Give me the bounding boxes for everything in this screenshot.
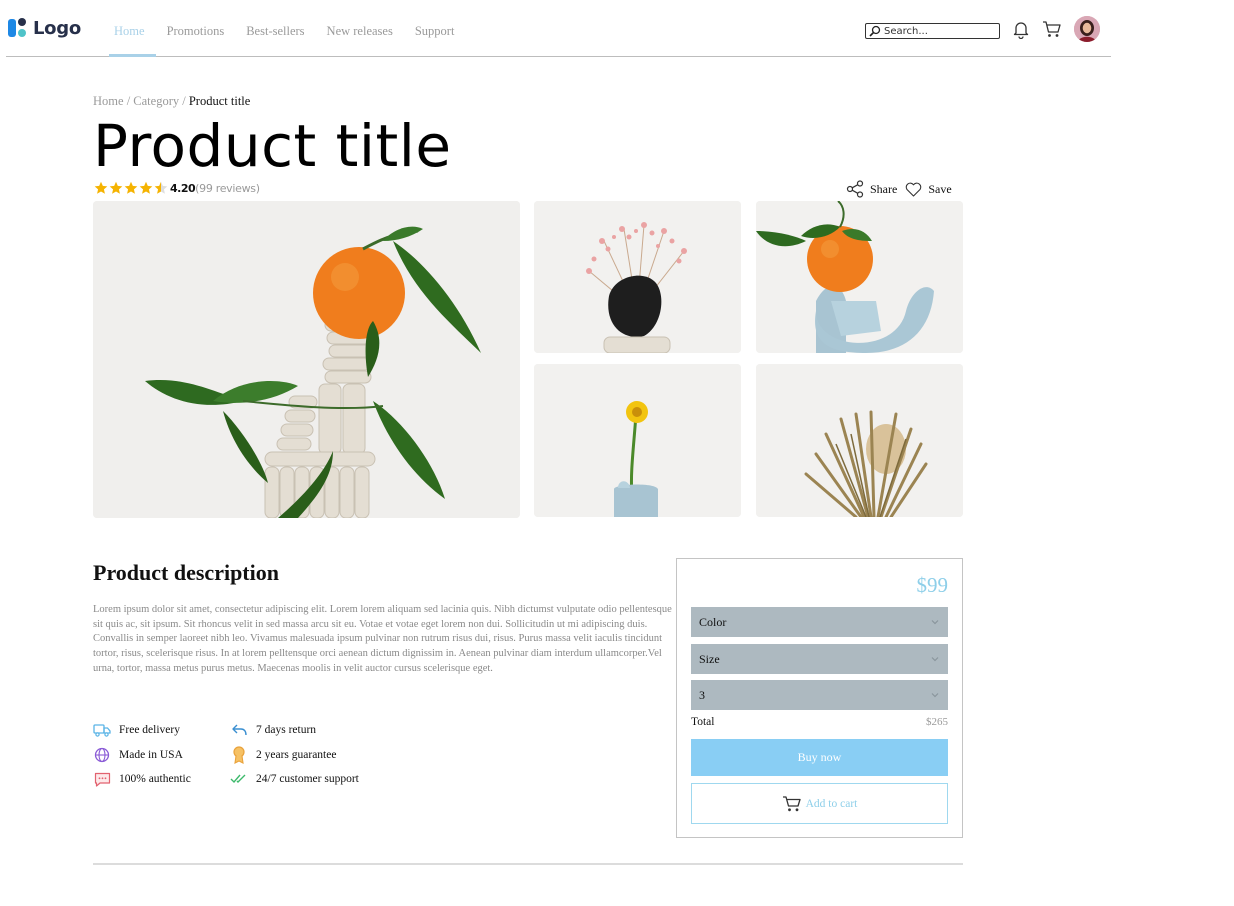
breadcrumb-separator: / <box>126 94 131 108</box>
top-navigation-bar: Logo Home Promotions Best-sellers New re… <box>6 0 1111 57</box>
logo-icon <box>8 17 28 39</box>
product-actions: Share Save <box>846 180 960 198</box>
add-to-cart-button[interactable]: Add to cart <box>691 783 948 824</box>
star-icon <box>139 181 153 194</box>
chevron-down-icon <box>931 657 939 662</box>
heart-icon <box>906 182 922 197</box>
page-title: Product title <box>93 112 452 180</box>
bell-icon[interactable] <box>1010 18 1032 40</box>
share-button[interactable]: Share <box>846 180 897 198</box>
feature-label: 2 years guarantee <box>256 749 337 761</box>
logo-text: Logo <box>33 17 81 39</box>
feature-label: 100% authentic <box>119 773 191 785</box>
search-input[interactable] <box>882 25 992 37</box>
save-button[interactable]: Save <box>905 181 952 197</box>
main-product-image[interactable] <box>93 201 520 518</box>
product-thumbnail-2[interactable] <box>756 201 963 353</box>
quantity-select[interactable]: 3 <box>691 680 948 710</box>
size-select-value: Size <box>699 651 720 666</box>
feature-label: 24/7 customer support <box>256 773 359 785</box>
main-nav: Home Promotions Best-sellers New release… <box>103 0 465 57</box>
feature-free-delivery: Free delivery <box>93 722 180 738</box>
nav-item-support[interactable]: Support <box>404 0 466 57</box>
logo[interactable]: Logo <box>8 17 81 39</box>
total-row: Total $265 <box>691 716 948 728</box>
color-select-value: Color <box>699 614 727 629</box>
cart-icon[interactable] <box>1041 18 1063 40</box>
feature-100-authentic: 100% authentic <box>93 771 191 787</box>
star-icon <box>94 181 108 194</box>
chat-icon <box>93 771 111 787</box>
nav-item-promotions[interactable]: Promotions <box>156 0 236 57</box>
breadcrumb-separator: / <box>182 94 186 108</box>
nav-item-new-releases[interactable]: New releases <box>316 0 404 57</box>
award-icon <box>230 746 248 764</box>
review-count[interactable]: (99 reviews) <box>195 182 260 195</box>
buy-now-button[interactable]: Buy now <box>691 739 948 776</box>
feature-24-7-support: 24/7 customer support <box>230 771 359 787</box>
double-check-icon <box>230 771 248 787</box>
return-arrow-icon <box>230 722 248 738</box>
purchase-panel: $99 Color Size 3 Total $265 Buy now Add … <box>676 558 963 838</box>
share-icon <box>846 180 864 198</box>
save-label: Save <box>928 181 952 196</box>
color-select[interactable]: Color <box>691 607 948 637</box>
description-heading: Product description <box>93 560 279 585</box>
star-icon <box>109 181 123 194</box>
size-select[interactable]: Size <box>691 644 948 674</box>
breadcrumb-current: Product title <box>188 94 251 108</box>
globe-icon <box>93 747 111 763</box>
feature-label: Free delivery <box>119 724 180 736</box>
total-label: Total <box>691 716 715 728</box>
search-box <box>865 23 1000 39</box>
product-rating[interactable]: 4.20 (99 reviews) <box>94 181 260 195</box>
product-thumbnail-3[interactable] <box>534 364 741 517</box>
avatar[interactable] <box>1074 16 1100 42</box>
feature-label: 7 days return <box>256 724 317 736</box>
feature-2-years-guarantee: 2 years guarantee <box>230 746 337 764</box>
description-paragraph: Lorem ipsum dolor sit amet, consectetur … <box>93 604 672 630</box>
breadcrumb: Home / Category / Product title <box>93 94 250 109</box>
product-thumbnail-4[interactable] <box>756 364 963 517</box>
description-text: Lorem ipsum dolor sit amet, consectetur … <box>93 603 673 677</box>
feature-label: Made in USA <box>119 749 183 761</box>
chevron-down-icon <box>931 620 939 625</box>
add-to-cart-label: Add to cart <box>805 797 858 810</box>
cart-icon <box>782 795 801 811</box>
feature-7-days-return: 7 days return <box>230 722 316 738</box>
rating-value: 4.20 <box>170 181 196 195</box>
feature-made-in-usa: Made in USA <box>93 747 183 763</box>
quantity-select-value: 3 <box>699 687 705 702</box>
share-label: Share <box>870 181 898 196</box>
description-paragraph: Convallis in semper laoreet nibh leo. Vi… <box>93 633 663 674</box>
breadcrumb-home[interactable]: Home <box>93 94 124 108</box>
section-divider <box>93 863 963 865</box>
star-icon <box>124 181 138 194</box>
half-star-icon <box>154 181 168 194</box>
total-value: $265 <box>926 716 948 728</box>
product-price: $99 <box>916 573 949 597</box>
product-thumbnail-1[interactable] <box>534 201 741 353</box>
search-icon[interactable] <box>868 24 882 38</box>
nav-item-home[interactable]: Home <box>103 0 156 57</box>
breadcrumb-category[interactable]: Category <box>133 94 179 108</box>
star-rating <box>94 181 168 195</box>
nav-item-best-sellers[interactable]: Best-sellers <box>235 0 315 57</box>
buy-now-label: Buy now <box>797 750 842 764</box>
chevron-down-icon <box>931 693 939 698</box>
truck-icon <box>93 722 111 738</box>
